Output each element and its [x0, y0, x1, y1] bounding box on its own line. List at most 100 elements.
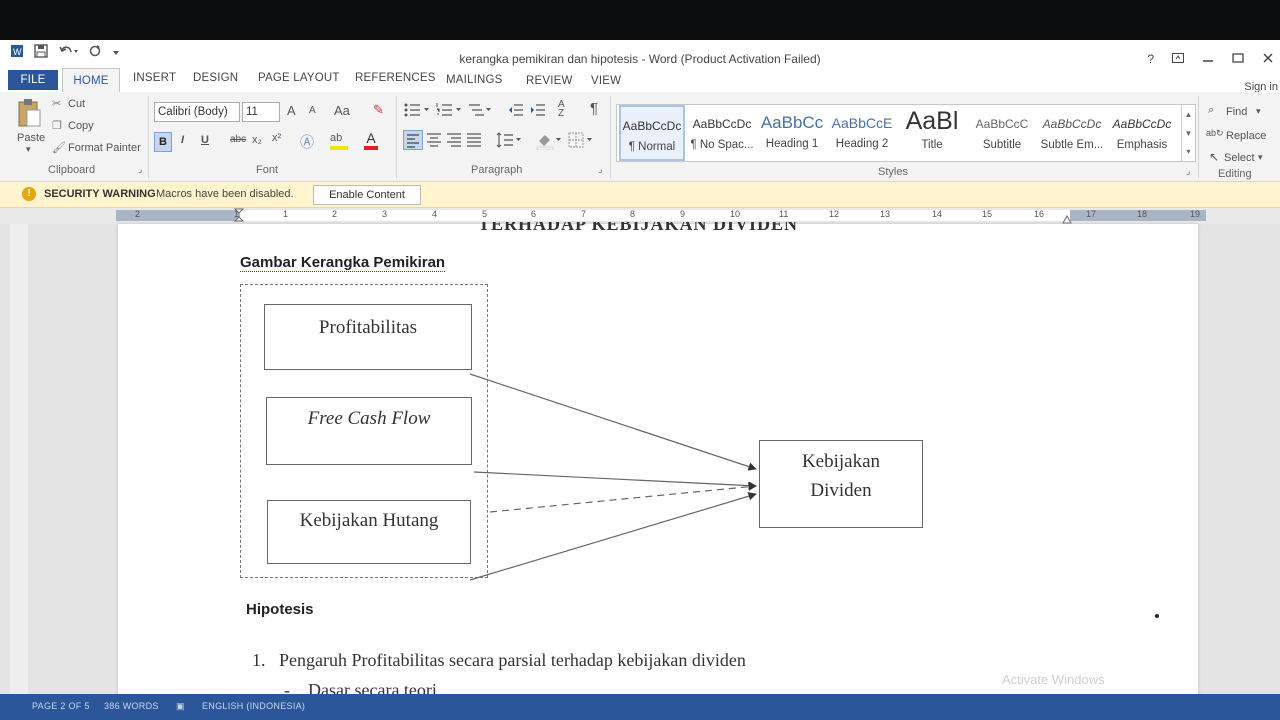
change-case-button[interactable]: Aa — [334, 103, 350, 118]
highlight-icon[interactable]: ab — [330, 132, 348, 150]
enable-content-button[interactable]: Enable Content — [313, 185, 421, 205]
line-spacing-icon[interactable] — [496, 132, 522, 153]
tab-mailings[interactable]: MAILINGS — [446, 74, 503, 86]
style-name: Subtle Em... — [1040, 139, 1104, 151]
find-dropdown-icon[interactable]: ▾ — [1256, 106, 1261, 117]
ribbon-display-icon[interactable] — [1172, 52, 1184, 66]
clear-formatting-icon[interactable]: ✎ — [373, 102, 384, 118]
maximize-icon[interactable] — [1232, 52, 1244, 66]
replace-icon[interactable]: ab↻ — [1206, 128, 1224, 139]
justify-icon[interactable] — [466, 132, 482, 153]
separator — [396, 96, 397, 178]
decrease-indent-icon[interactable] — [508, 102, 524, 123]
shrink-font-button[interactable]: A — [309, 105, 316, 116]
bold-button[interactable]: B — [154, 132, 172, 152]
box-free-cash-flow[interactable]: Free Cash Flow — [266, 397, 472, 465]
style-heading-1[interactable]: AaBbCc Heading 1 — [757, 105, 827, 161]
tab-references[interactable]: REFERENCES — [355, 72, 436, 84]
separator — [610, 96, 611, 178]
ruler-tick: 9 — [680, 209, 686, 219]
ruler-tick: 18 — [1137, 209, 1148, 219]
box-free-cash-flow-label: Free Cash Flow — [307, 408, 431, 429]
paste-dropdown-icon[interactable]: ▾ — [26, 144, 31, 155]
horizontal-ruler[interactable]: 2 1 1 2 3 4 5 6 7 8 9 10 11 12 13 14 15 16 17 18 19 — [0, 208, 1280, 224]
paste-label[interactable]: Paste — [17, 132, 45, 144]
increase-indent-icon[interactable] — [530, 102, 546, 123]
find-button[interactable]: Find — [1226, 106, 1247, 118]
word-count[interactable]: 386 WORDS — [104, 701, 159, 711]
style-heading-2[interactable]: AaBbCcE Heading 2 — [827, 105, 897, 161]
paste-icon[interactable] — [16, 98, 42, 133]
superscript-button[interactable]: x² — [272, 132, 281, 144]
style-normal[interactable]: AaBbCcDc ¶ Normal — [619, 105, 685, 161]
tab-file[interactable]: FILE — [8, 70, 58, 90]
page-count[interactable]: PAGE 2 OF 5 — [32, 701, 90, 711]
clipboard-launcher-icon[interactable]: ⌟ — [138, 164, 142, 175]
styles-scroll-down-icon[interactable]: ▼ — [1181, 124, 1195, 143]
styles-scroll-up-icon[interactable]: ▲ — [1181, 105, 1195, 124]
copy-button[interactable]: Copy — [68, 120, 94, 132]
text-effects-icon[interactable]: Ⓐ — [300, 132, 314, 152]
box-kebijakan-hutang[interactable]: Kebijakan Hutang — [267, 500, 471, 564]
font-size-select[interactable]: 11 — [242, 102, 280, 122]
multilevel-list-icon[interactable] — [468, 102, 492, 123]
box-kebijakan-dividen[interactable]: Kebijakan Dividen — [759, 440, 923, 528]
proofing-icon[interactable]: ▣ — [176, 701, 185, 712]
italic-button[interactable]: I — [181, 134, 184, 146]
list-number: 1. — [252, 650, 266, 670]
tab-page-layout[interactable]: PAGE LAYOUT — [258, 72, 340, 84]
find-icon[interactable]: ⌕ — [1208, 104, 1214, 117]
format-painter-button[interactable]: Format Painter — [68, 142, 141, 154]
style-subtitle[interactable]: AaBbCcC Subtitle — [967, 105, 1037, 161]
tab-design[interactable]: DESIGN — [193, 72, 238, 84]
box-kebijakan-dividen-line2: Dividen — [810, 480, 872, 501]
box-profitabilitas[interactable]: Profitabilitas — [264, 304, 472, 370]
style-preview: AaBbCcDc — [1112, 117, 1172, 131]
language-indicator[interactable]: ENGLISH (INDONESIA) — [202, 701, 305, 711]
style-subtle-emphasis[interactable]: AaBbCcDc Subtle Em... — [1037, 105, 1107, 161]
align-center-icon[interactable] — [426, 132, 442, 153]
cut-icon[interactable]: ✂ — [52, 97, 61, 110]
format-painter-icon[interactable]: 🖌 — [52, 141, 66, 154]
align-right-icon[interactable] — [446, 132, 462, 153]
close-icon[interactable] — [1262, 52, 1274, 66]
numbering-icon[interactable] — [436, 102, 462, 123]
replace-button[interactable]: Replace — [1226, 130, 1266, 142]
font-group-label: Font — [256, 164, 279, 176]
grow-font-button[interactable]: A — [287, 103, 296, 118]
styles-launcher-icon[interactable]: ⌟ — [1186, 166, 1190, 177]
show-formatting-button[interactable]: ¶ — [590, 100, 598, 117]
hipotesis-heading: Hipotesis — [246, 601, 314, 618]
shading-icon[interactable] — [536, 132, 562, 155]
subscript-button[interactable]: x₂ — [252, 134, 262, 146]
arrow-kebijakan-hutang — [469, 492, 757, 581]
copy-icon[interactable]: ❐ — [52, 119, 62, 132]
sort-icon[interactable]: AZ — [558, 100, 565, 119]
styles-more-icon[interactable]: ▾ — [1181, 143, 1195, 161]
style-no-spacing[interactable]: AaBbCcDc ¶ No Spac... — [687, 105, 757, 161]
tab-home[interactable]: HOME — [62, 68, 120, 93]
select-button[interactable]: Select — [1224, 152, 1255, 164]
select-dropdown-icon[interactable]: ▾ — [1258, 152, 1263, 163]
tab-insert[interactable]: INSERT — [133, 72, 176, 84]
style-emphasis[interactable]: AaBbCcDc Emphasis — [1107, 105, 1177, 161]
strikethrough-button[interactable]: abc — [230, 134, 246, 145]
style-title[interactable]: AaBl Title — [897, 105, 967, 161]
bullets-icon[interactable] — [404, 102, 430, 123]
vertical-ruler[interactable] — [10, 224, 28, 700]
style-name: Emphasis — [1116, 139, 1168, 151]
minimize-icon[interactable] — [1202, 52, 1214, 66]
underline-button[interactable]: U — [201, 134, 209, 146]
window-title: kerangka pemikiran dan hipotesis - Word … — [459, 52, 821, 66]
align-left-icon[interactable] — [403, 130, 423, 150]
document-page[interactable]: TERHADAP KEBIJAKAN DIVIDEN Gambar Kerang… — [118, 222, 1198, 700]
cut-button[interactable]: Cut — [68, 98, 85, 110]
tab-review[interactable]: REVIEW — [526, 75, 573, 87]
tab-view[interactable]: VIEW — [591, 75, 621, 87]
font-name-select[interactable]: Calibri (Body) — [154, 102, 240, 122]
font-color-icon[interactable]: A — [364, 130, 378, 150]
paragraph-launcher-icon[interactable]: ⌟ — [598, 164, 602, 175]
borders-icon[interactable] — [568, 132, 594, 153]
help-button[interactable]: ? — [1147, 52, 1154, 66]
select-icon[interactable]: ↖ — [1209, 150, 1219, 164]
